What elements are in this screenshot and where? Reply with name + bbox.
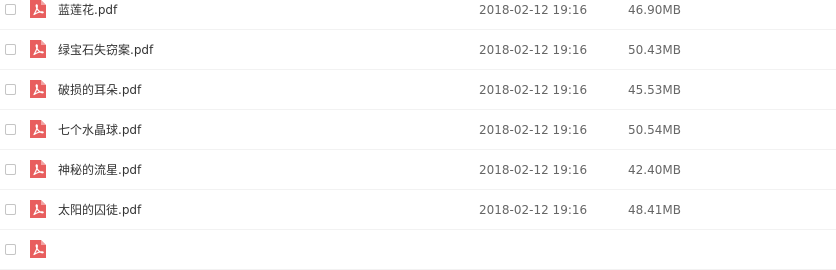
file-row[interactable]: 蓝莲花.pdf 2018-02-12 19:16 46.90MB <box>0 0 836 30</box>
file-size: 45.53MB <box>628 83 681 97</box>
pdf-file-icon <box>29 119 47 139</box>
file-modified-date: 2018-02-12 19:16 <box>479 203 588 217</box>
row-checkbox[interactable] <box>5 4 16 15</box>
row-checkbox[interactable] <box>5 44 16 55</box>
row-checkbox[interactable] <box>5 164 16 175</box>
file-modified-date: 2018-02-12 19:16 <box>479 163 588 177</box>
file-modified-date: 2018-02-12 19:16 <box>479 43 588 57</box>
pdf-file-icon <box>29 239 47 259</box>
pdf-file-icon <box>29 79 47 99</box>
file-name[interactable]: 神秘的流星.pdf <box>58 162 141 178</box>
file-row[interactable]: 七个水晶球.pdf 2018-02-12 19:16 50.54MB <box>0 110 836 150</box>
file-row[interactable]: 绿宝石失窃案.pdf 2018-02-12 19:16 50.43MB <box>0 30 836 70</box>
file-list: 蓝莲花.pdf 2018-02-12 19:16 46.90MB 绿宝石失窃案.… <box>0 0 836 270</box>
file-modified-date: 2018-02-12 19:16 <box>479 83 588 97</box>
file-name[interactable]: 七个水晶球.pdf <box>58 122 141 138</box>
file-row[interactable]: 破损的耳朵.pdf 2018-02-12 19:16 45.53MB <box>0 70 836 110</box>
row-checkbox[interactable] <box>5 124 16 135</box>
pdf-file-icon <box>29 199 47 219</box>
file-name[interactable]: 绿宝石失窃案.pdf <box>58 42 153 58</box>
pdf-file-icon <box>29 39 47 59</box>
row-checkbox[interactable] <box>5 84 16 95</box>
file-name[interactable]: 破损的耳朵.pdf <box>58 82 141 98</box>
file-name[interactable]: 蓝莲花.pdf <box>58 2 117 18</box>
file-name[interactable]: 太阳的囚徒.pdf <box>58 202 141 218</box>
file-row[interactable] <box>0 230 836 270</box>
pdf-file-icon <box>29 159 47 179</box>
file-modified-date: 2018-02-12 19:16 <box>479 123 588 137</box>
row-checkbox[interactable] <box>5 204 16 215</box>
file-size: 42.40MB <box>628 163 681 177</box>
file-size: 50.43MB <box>628 43 681 57</box>
pdf-file-icon <box>29 0 47 19</box>
file-size: 48.41MB <box>628 203 681 217</box>
file-row[interactable]: 神秘的流星.pdf 2018-02-12 19:16 42.40MB <box>0 150 836 190</box>
file-row[interactable]: 太阳的囚徒.pdf 2018-02-12 19:16 48.41MB <box>0 190 836 230</box>
file-modified-date: 2018-02-12 19:16 <box>479 3 588 17</box>
file-size: 50.54MB <box>628 123 681 137</box>
file-size: 46.90MB <box>628 3 681 17</box>
